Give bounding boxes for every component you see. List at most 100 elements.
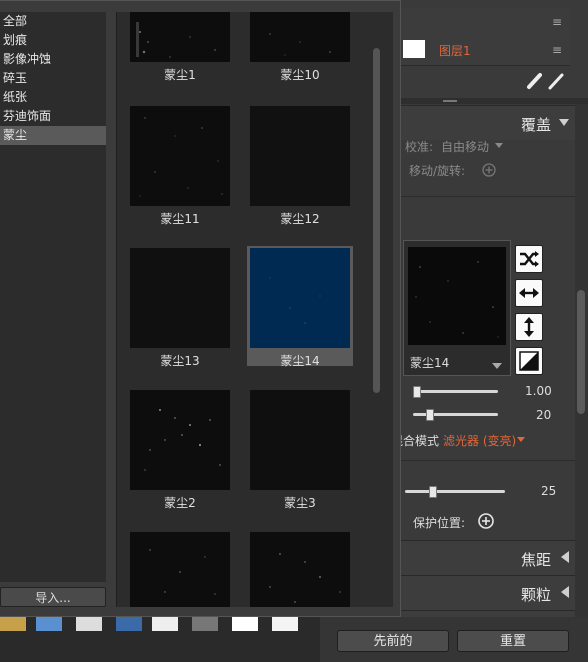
focus-section-title: 焦距 [520, 551, 551, 569]
texture-name: 蒙尘14 [410, 356, 450, 370]
filmstrip-thumb[interactable] [152, 617, 178, 631]
thumbnail-item[interactable]: 蒙尘10 [248, 12, 352, 82]
blend-mode-dropdown[interactable]: 滤光器 (变亮) [443, 432, 516, 449]
thumbnail-item[interactable]: 蒙尘13 [128, 246, 232, 368]
invert-button[interactable] [515, 347, 543, 375]
thumbnail-label: 蒙尘10 [280, 68, 320, 82]
thumbnail-label: 蒙尘3 [284, 496, 316, 510]
add-protect-icon[interactable] [477, 512, 495, 530]
category-item-fendi[interactable]: 芬迪饰面 [0, 107, 106, 126]
layer-row-top[interactable]: ≡ [395, 8, 570, 37]
filmstrip-thumb[interactable] [36, 617, 62, 631]
previous-button[interactable]: 先前的 [337, 630, 449, 652]
divider [395, 196, 575, 197]
thumbnail-image [250, 248, 350, 348]
thumbnail-item[interactable]: 蒙尘2 [128, 388, 232, 510]
thumbnail-item[interactable]: 蒙尘11 [128, 104, 232, 226]
collapse-left-icon [561, 551, 569, 563]
panel-scrollbar-track[interactable] [575, 104, 588, 624]
overlay-section-title: 覆盖 [520, 116, 551, 134]
align-label: 校准: [405, 140, 434, 154]
menu-icon[interactable]: ≡ [552, 15, 562, 29]
thumbnail-label: 蒙尘12 [280, 212, 320, 226]
thumbnail-label: 蒙尘2 [164, 496, 196, 510]
texture-dropdown-icon[interactable] [492, 363, 502, 369]
thumbnail-item[interactable]: 蒙尘12 [248, 104, 352, 226]
invert-icon [519, 351, 539, 371]
align-dropdown[interactable]: 自由移动 [441, 138, 489, 155]
brush-icon[interactable] [526, 70, 566, 92]
opacity-value: 1.00 [525, 384, 552, 398]
panel-divider[interactable] [395, 98, 588, 104]
blend-dropdown-arrow-icon [517, 437, 525, 442]
filmstrip [0, 617, 320, 662]
thumbnail-label: 蒙尘1 [164, 68, 196, 82]
layer-menu-icon[interactable]: ≡ [552, 43, 562, 57]
filmstrip-thumb[interactable] [272, 617, 298, 631]
category-item-erosion[interactable]: 影像冲蚀 [0, 50, 106, 69]
thumbnail-image [250, 12, 350, 62]
panel-scrollbar-thumb[interactable] [577, 290, 585, 414]
overlay-section-header[interactable]: 覆盖 [395, 105, 575, 141]
thumbnail-item-selected[interactable]: 蒙尘14 [247, 246, 353, 368]
thumbnail-image [130, 532, 230, 607]
thumbnail-image [130, 12, 230, 62]
dropdown-arrow-icon [495, 143, 503, 148]
move-rotate-icon[interactable] [481, 162, 497, 178]
thumbnail-label: 蒙尘11 [160, 212, 200, 226]
thumbnail-image [130, 390, 230, 490]
divider [395, 460, 575, 461]
flip-horizontal-button[interactable] [515, 279, 543, 307]
thumbnail-label: 蒙尘13 [160, 354, 200, 368]
layer-row-1[interactable]: 图层1 ≡ [395, 35, 570, 66]
category-list: 全部 划痕 影像冲蚀 碎玉 纸张 芬迪饰面 蒙尘 [0, 12, 106, 582]
scale-value: 20 [536, 408, 552, 422]
import-button[interactable]: 导入... [0, 587, 106, 607]
flip-vertical-icon [524, 317, 534, 337]
category-item-dust[interactable]: 蒙尘 [0, 126, 106, 145]
category-item-shards[interactable]: 碎玉 [0, 69, 106, 88]
thumbnail-label: 蒙尘14 [280, 354, 320, 368]
collapse-left-icon [561, 586, 569, 598]
thumbnail-item[interactable] [248, 530, 352, 607]
scale-slider-thumb[interactable] [426, 409, 434, 421]
grip-icon [443, 100, 457, 102]
filmstrip-thumb[interactable] [116, 617, 142, 631]
strength-slider[interactable] [405, 490, 505, 493]
category-item-paper[interactable]: 纸张 [0, 88, 106, 107]
strength-slider-thumb[interactable] [429, 486, 437, 498]
reset-button[interactable]: 重置 [457, 630, 569, 652]
opacity-slider-thumb[interactable] [413, 386, 421, 398]
thumbnail-image [130, 106, 230, 206]
shuffle-button[interactable] [515, 245, 543, 273]
thumbnail-image [250, 106, 350, 206]
overlay-section-body: 校准: 自由移动 移动/旋转: 蒙尘14 1.00 20 混合模式: 滤光器 (… [391, 138, 575, 540]
thumbnail-scrollbar[interactable] [373, 48, 380, 393]
thumbnail-item[interactable]: 蒙尘1 [128, 12, 232, 82]
thumbnail-image [130, 248, 230, 348]
layer-name[interactable]: 图层1 [439, 42, 471, 59]
category-item-all[interactable]: 全部 [0, 12, 106, 31]
filmstrip-thumb[interactable] [0, 617, 26, 631]
layer-thumbnail [403, 40, 425, 58]
flip-horizontal-icon [519, 288, 539, 298]
grain-section-title: 颗粒 [520, 586, 551, 604]
expand-down-icon [559, 119, 569, 126]
brush-tools [526, 70, 566, 92]
filmstrip-thumb[interactable] [192, 617, 218, 631]
grain-section-header[interactable]: 颗粒 [395, 575, 575, 611]
thumbnail-image [250, 532, 350, 607]
thumbnail-item[interactable] [128, 530, 232, 607]
category-item-scratch[interactable]: 划痕 [0, 31, 106, 50]
filmstrip-thumb[interactable] [76, 617, 102, 631]
focus-section-header[interactable]: 焦距 [395, 540, 575, 576]
opacity-slider[interactable] [413, 390, 498, 393]
filmstrip-thumb[interactable] [232, 617, 258, 631]
thumbnail-item[interactable]: 蒙尘3 [248, 388, 352, 510]
move-rotate-label: 移动/旋转: [409, 164, 466, 178]
texture-preview[interactable]: 蒙尘14 [403, 240, 511, 376]
strength-value: 25 [541, 484, 557, 498]
texture-preview-image [408, 247, 506, 345]
thumbnail-image [250, 390, 350, 490]
flip-vertical-button[interactable] [515, 313, 543, 341]
